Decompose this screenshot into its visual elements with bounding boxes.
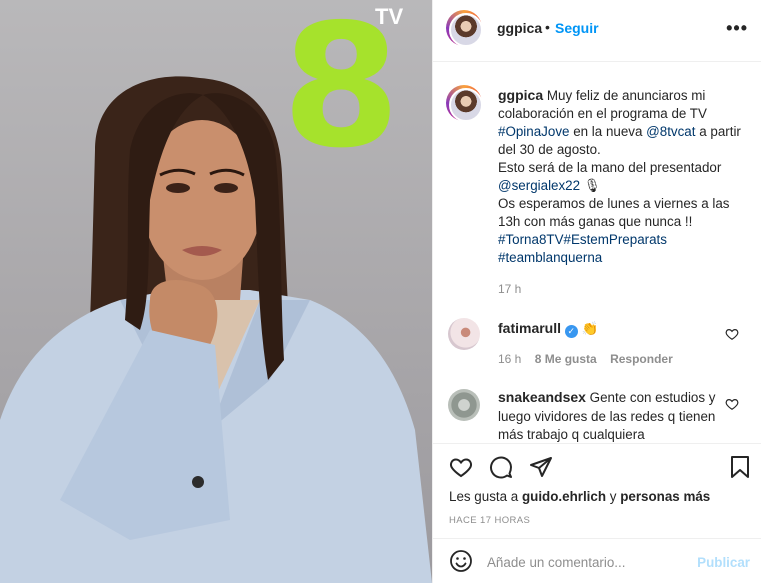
follow-button[interactable]: Seguir (555, 20, 599, 36)
likes-others[interactable]: personas más (620, 489, 710, 504)
post-sidebar: ggpica • Seguir ••• ggpica Muy feliz de … (432, 0, 761, 583)
post-caption: ggpica Muy feliz de anunciaros mi colabo… (498, 86, 753, 267)
post-header: ggpica • Seguir ••• (433, 0, 761, 62)
author-avatar[interactable] (446, 10, 483, 47)
share-icon[interactable] (529, 455, 553, 479)
reply-button[interactable]: Responder (610, 352, 673, 366)
commenter-avatar[interactable] (448, 389, 484, 425)
ellipsis-icon[interactable]: ••• (726, 18, 748, 39)
caption-link[interactable]: @8tvcat (646, 124, 695, 139)
commenter-avatar[interactable] (448, 318, 484, 354)
heart-icon[interactable] (725, 397, 739, 411)
comment-username[interactable]: fatimarull (498, 320, 561, 336)
heart-icon[interactable] (449, 455, 473, 479)
caption-link[interactable]: #EstemPreparats (564, 232, 667, 247)
divider (433, 443, 761, 444)
heart-icon[interactable] (725, 327, 739, 341)
caption-link[interactable]: @sergialex22 (498, 178, 580, 193)
emoji-icon[interactable] (449, 549, 473, 573)
caption-username[interactable]: ggpica (498, 87, 543, 103)
caption-link[interactable]: #OpinaJove (498, 124, 569, 139)
likes-summary: Les gusta a guido.ehrlich y personas más (449, 489, 710, 504)
verified-badge-icon: ✓ (564, 325, 578, 338)
comment-text: 👏 (581, 321, 599, 336)
likes-prefix: Les gusta a (449, 489, 522, 504)
caption-link[interactable]: #teamblanquerna (498, 250, 602, 265)
publish-button[interactable]: Publicar (697, 555, 750, 570)
caption-body: Muy feliz de anunciaros mi colaboración … (498, 88, 745, 265)
caption-link[interactable]: #Torna8TV (498, 232, 564, 247)
post-timestamp[interactable]: HACE 17 HORAS (449, 515, 530, 526)
comment-likes[interactable]: 8 Me gusta (535, 352, 597, 366)
separator-dot: • (545, 19, 550, 35)
likes-user[interactable]: guido.ehrlich (522, 489, 606, 504)
comment-meta: 16 h 8 Me gusta Responder (498, 352, 673, 366)
caption-time[interactable]: 17 h (498, 282, 521, 296)
comment-icon[interactable] (489, 455, 513, 479)
channel-logo-suffix: TV (375, 4, 404, 29)
caption-author-avatar[interactable] (446, 85, 483, 122)
caption-text-segment: en la nueva (569, 124, 647, 139)
author-username[interactable]: ggpica (497, 20, 542, 36)
comment-input[interactable] (487, 551, 687, 573)
likes-middle: y (606, 489, 621, 504)
bookmark-icon[interactable] (729, 455, 751, 479)
comment-time[interactable]: 16 h (498, 352, 521, 366)
comment-item: snakeandsex Gente con estudios y luego v… (498, 388, 728, 444)
post-image[interactable]: 8 TV (0, 0, 432, 583)
add-comment-bar: Publicar (433, 538, 761, 583)
comment-username[interactable]: snakeandsex (498, 389, 586, 405)
comment-item: fatimarull ✓ 👏 (498, 320, 598, 338)
